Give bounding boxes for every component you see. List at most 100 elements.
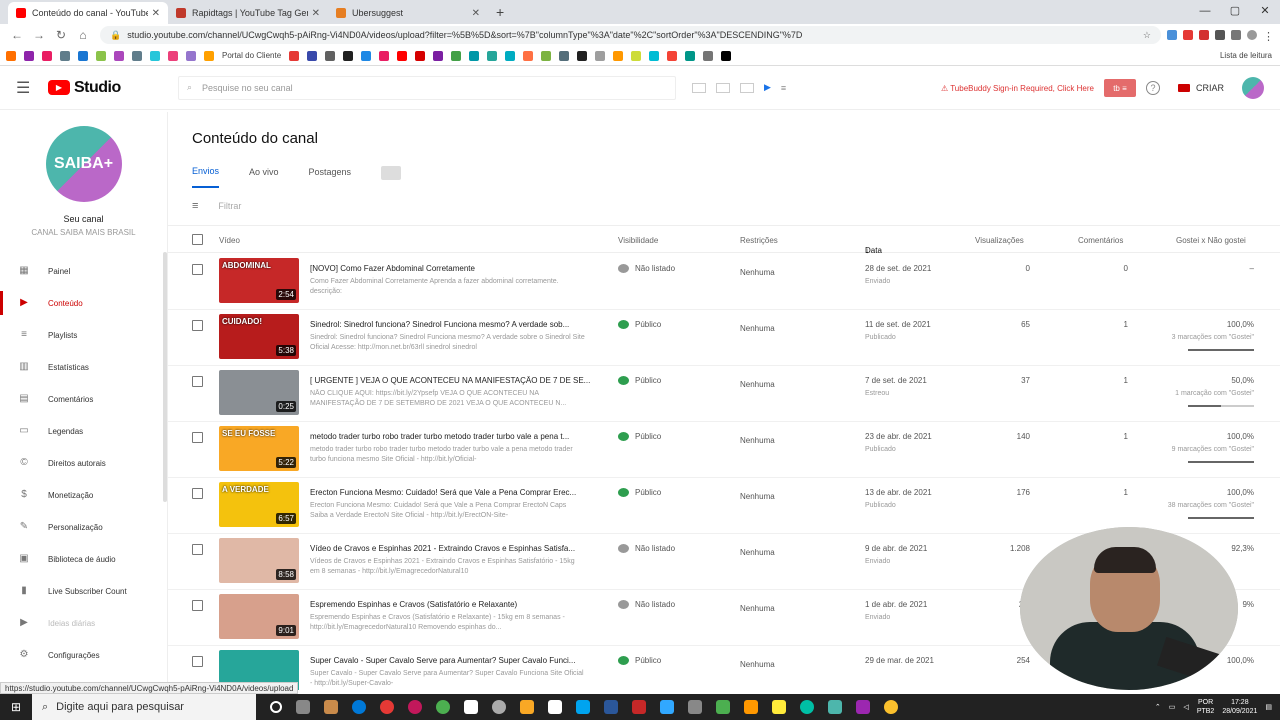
bookmark-icon[interactable] xyxy=(379,50,390,61)
sidebar-item-audio-library[interactable]: ▣ Biblioteca de áudio xyxy=(0,543,167,575)
row-checkbox[interactable] xyxy=(192,656,203,667)
notepad-icon[interactable] xyxy=(548,700,562,714)
bookmark-portal-cliente[interactable]: Portal do Cliente xyxy=(222,51,281,60)
taskbar-search[interactable]: ⌕ Digite aqui para pesquisar xyxy=(32,694,256,720)
cortana-icon[interactable] xyxy=(270,701,282,713)
table-row[interactable]: 0:25 [ URGENTE ] VEJA O QUE ACONTECEU NA… xyxy=(168,366,1280,422)
browser-tab[interactable]: Rapidtags | YouTube Tag Generator ✕ xyxy=(168,2,328,24)
column-likes[interactable]: Gostei x Não gostei xyxy=(1176,236,1246,245)
bookmark-icon[interactable] xyxy=(96,50,106,61)
visibility-status[interactable]: Público xyxy=(618,432,661,441)
close-tab-icon[interactable]: ✕ xyxy=(472,8,480,19)
sidebar-item-subtitles[interactable]: ▭ Legendas xyxy=(0,415,167,447)
task-view-icon[interactable] xyxy=(296,700,310,714)
video-title[interactable]: Erecton Funciona Mesmo: Cuidado! Será qu… xyxy=(310,488,590,497)
edge-icon[interactable] xyxy=(352,700,366,714)
minimize-button[interactable]: — xyxy=(1190,0,1220,24)
visibility-status[interactable]: Público xyxy=(618,376,661,385)
row-checkbox[interactable] xyxy=(192,488,203,499)
volume-icon[interactable]: ◁ xyxy=(1183,703,1188,711)
bookmark-icon[interactable] xyxy=(505,50,516,61)
bookmark-icon[interactable] xyxy=(595,50,606,61)
bookmark-icon[interactable] xyxy=(24,50,34,61)
video-thumbnail[interactable]: ABDOMINAL 2:54 xyxy=(219,258,299,303)
app-icon[interactable] xyxy=(464,700,478,714)
bookmark-icon[interactable] xyxy=(60,50,70,61)
forward-icon[interactable]: → xyxy=(28,28,50,42)
video-title[interactable]: [NOVO] Como Fazer Abdominal Corretamente xyxy=(310,264,590,273)
extension-icon[interactable] xyxy=(1231,30,1241,40)
bookmark-icon[interactable] xyxy=(649,50,660,61)
video-thumbnail[interactable]: SE EU FOSSE 5:22 xyxy=(219,426,299,471)
bookmark-icon[interactable] xyxy=(343,50,354,61)
app-icon[interactable] xyxy=(828,700,842,714)
tubebuddy-warning-link[interactable]: ⚠ TubeBuddy Sign-in Required, Click Here xyxy=(941,84,1094,93)
windows-start-icon[interactable]: ⊞ xyxy=(0,700,32,714)
channel-avatar[interactable]: SAIBA+ xyxy=(45,126,122,202)
bookmark-icon[interactable] xyxy=(685,50,696,61)
video-title[interactable]: [ URGENTE ] VEJA O QUE ACONTECEU NA MANI… xyxy=(310,376,590,385)
filter-icon[interactable]: ≡ xyxy=(192,200,198,212)
bookmark-icon[interactable] xyxy=(469,50,480,61)
photoshop-icon[interactable] xyxy=(660,700,674,714)
star-icon[interactable]: ☆ xyxy=(1143,30,1151,41)
browser-tab[interactable]: Conteúdo do canal - YouTube Studio ✕ xyxy=(8,2,168,24)
app-icon[interactable] xyxy=(800,700,814,714)
video-thumbnail[interactable]: 0:25 xyxy=(219,370,299,415)
video-thumbnail[interactable]: 9:01 xyxy=(219,594,299,639)
close-window-button[interactable]: ✕ xyxy=(1250,0,1280,24)
chrome-icon[interactable] xyxy=(436,700,450,714)
profile-icon[interactable] xyxy=(1247,30,1257,40)
sidebar-item-comments[interactable]: ▤ Comentários xyxy=(0,383,167,415)
filter-bar[interactable]: ≡ Filtrar xyxy=(192,200,241,212)
bookmark-icon[interactable] xyxy=(6,50,16,61)
visibility-status[interactable]: Não listado xyxy=(618,264,675,273)
extension-icon[interactable] xyxy=(1215,30,1225,40)
bookmark-icon[interactable] xyxy=(703,50,714,61)
reading-list[interactable]: Lista de leitura xyxy=(1220,51,1272,60)
visibility-status[interactable]: Não listado xyxy=(618,600,675,609)
app-icon[interactable] xyxy=(884,700,898,714)
sidebar-item-ideas[interactable]: ▶ Ideias diárias xyxy=(0,607,167,639)
tubebuddy-menu-button[interactable]: tb ≡ xyxy=(1103,79,1136,97)
bookmark-icon[interactable] xyxy=(721,50,732,61)
tab-live[interactable]: Ao vivo xyxy=(249,167,293,187)
bookmark-icon[interactable] xyxy=(433,50,444,61)
close-tab-icon[interactable]: ✕ xyxy=(312,8,320,19)
sidebar-item-settings[interactable]: ⚙ Configurações xyxy=(0,639,167,671)
bookmark-icon[interactable] xyxy=(451,50,462,61)
bookmark-icon[interactable] xyxy=(150,50,160,61)
extension-icon[interactable] xyxy=(1167,30,1177,40)
account-avatar[interactable] xyxy=(1242,77,1264,99)
video-thumbnail[interactable]: CUIDADO! 5:38 xyxy=(219,314,299,359)
table-row[interactable]: SE EU FOSSE 5:22 metodo trader turbo rob… xyxy=(168,422,1280,478)
url-field[interactable]: 🔒 studio.youtube.com/channel/UCwgCwqh5-p… xyxy=(100,26,1161,44)
row-checkbox[interactable] xyxy=(192,320,203,331)
bookmark-icon[interactable] xyxy=(487,50,498,61)
bookmark-icon[interactable] xyxy=(613,50,624,61)
app-icon[interactable] xyxy=(716,700,730,714)
bookmark-icon[interactable] xyxy=(78,50,88,61)
home-icon[interactable]: ⌂ xyxy=(72,28,94,42)
list-icon[interactable]: ≡ xyxy=(781,83,786,93)
bookmark-icon[interactable] xyxy=(42,50,52,61)
reload-icon[interactable]: ↻ xyxy=(50,28,72,42)
app-icon[interactable] xyxy=(772,700,786,714)
visibility-status[interactable]: Público xyxy=(618,656,661,665)
channel-search-input[interactable]: ⌕ Pesquise no seu canal xyxy=(178,75,676,100)
menu-dots-icon[interactable]: ⋮ xyxy=(1263,30,1274,43)
tab-uploads[interactable]: Envios xyxy=(192,166,220,188)
clock[interactable]: 17:28 28/09/2021 xyxy=(1222,698,1257,716)
app-icon[interactable] xyxy=(408,700,422,714)
video-title[interactable]: Espremendo Espinhas e Cravos (Satisfatór… xyxy=(310,600,590,609)
app-icon[interactable] xyxy=(688,700,702,714)
language-indicator[interactable]: POR PTB2 xyxy=(1197,698,1215,716)
sidebar-item-dollar[interactable]: $ Monetização xyxy=(0,479,167,511)
back-icon[interactable]: ← xyxy=(6,28,28,42)
vlc-icon[interactable] xyxy=(744,700,758,714)
new-tab-button[interactable]: + xyxy=(488,4,512,24)
tubebuddy-icon[interactable]: ▶ xyxy=(764,82,771,93)
row-checkbox[interactable] xyxy=(192,600,203,611)
bookmark-icon[interactable] xyxy=(541,50,552,61)
bookmark-icon[interactable] xyxy=(577,50,588,61)
